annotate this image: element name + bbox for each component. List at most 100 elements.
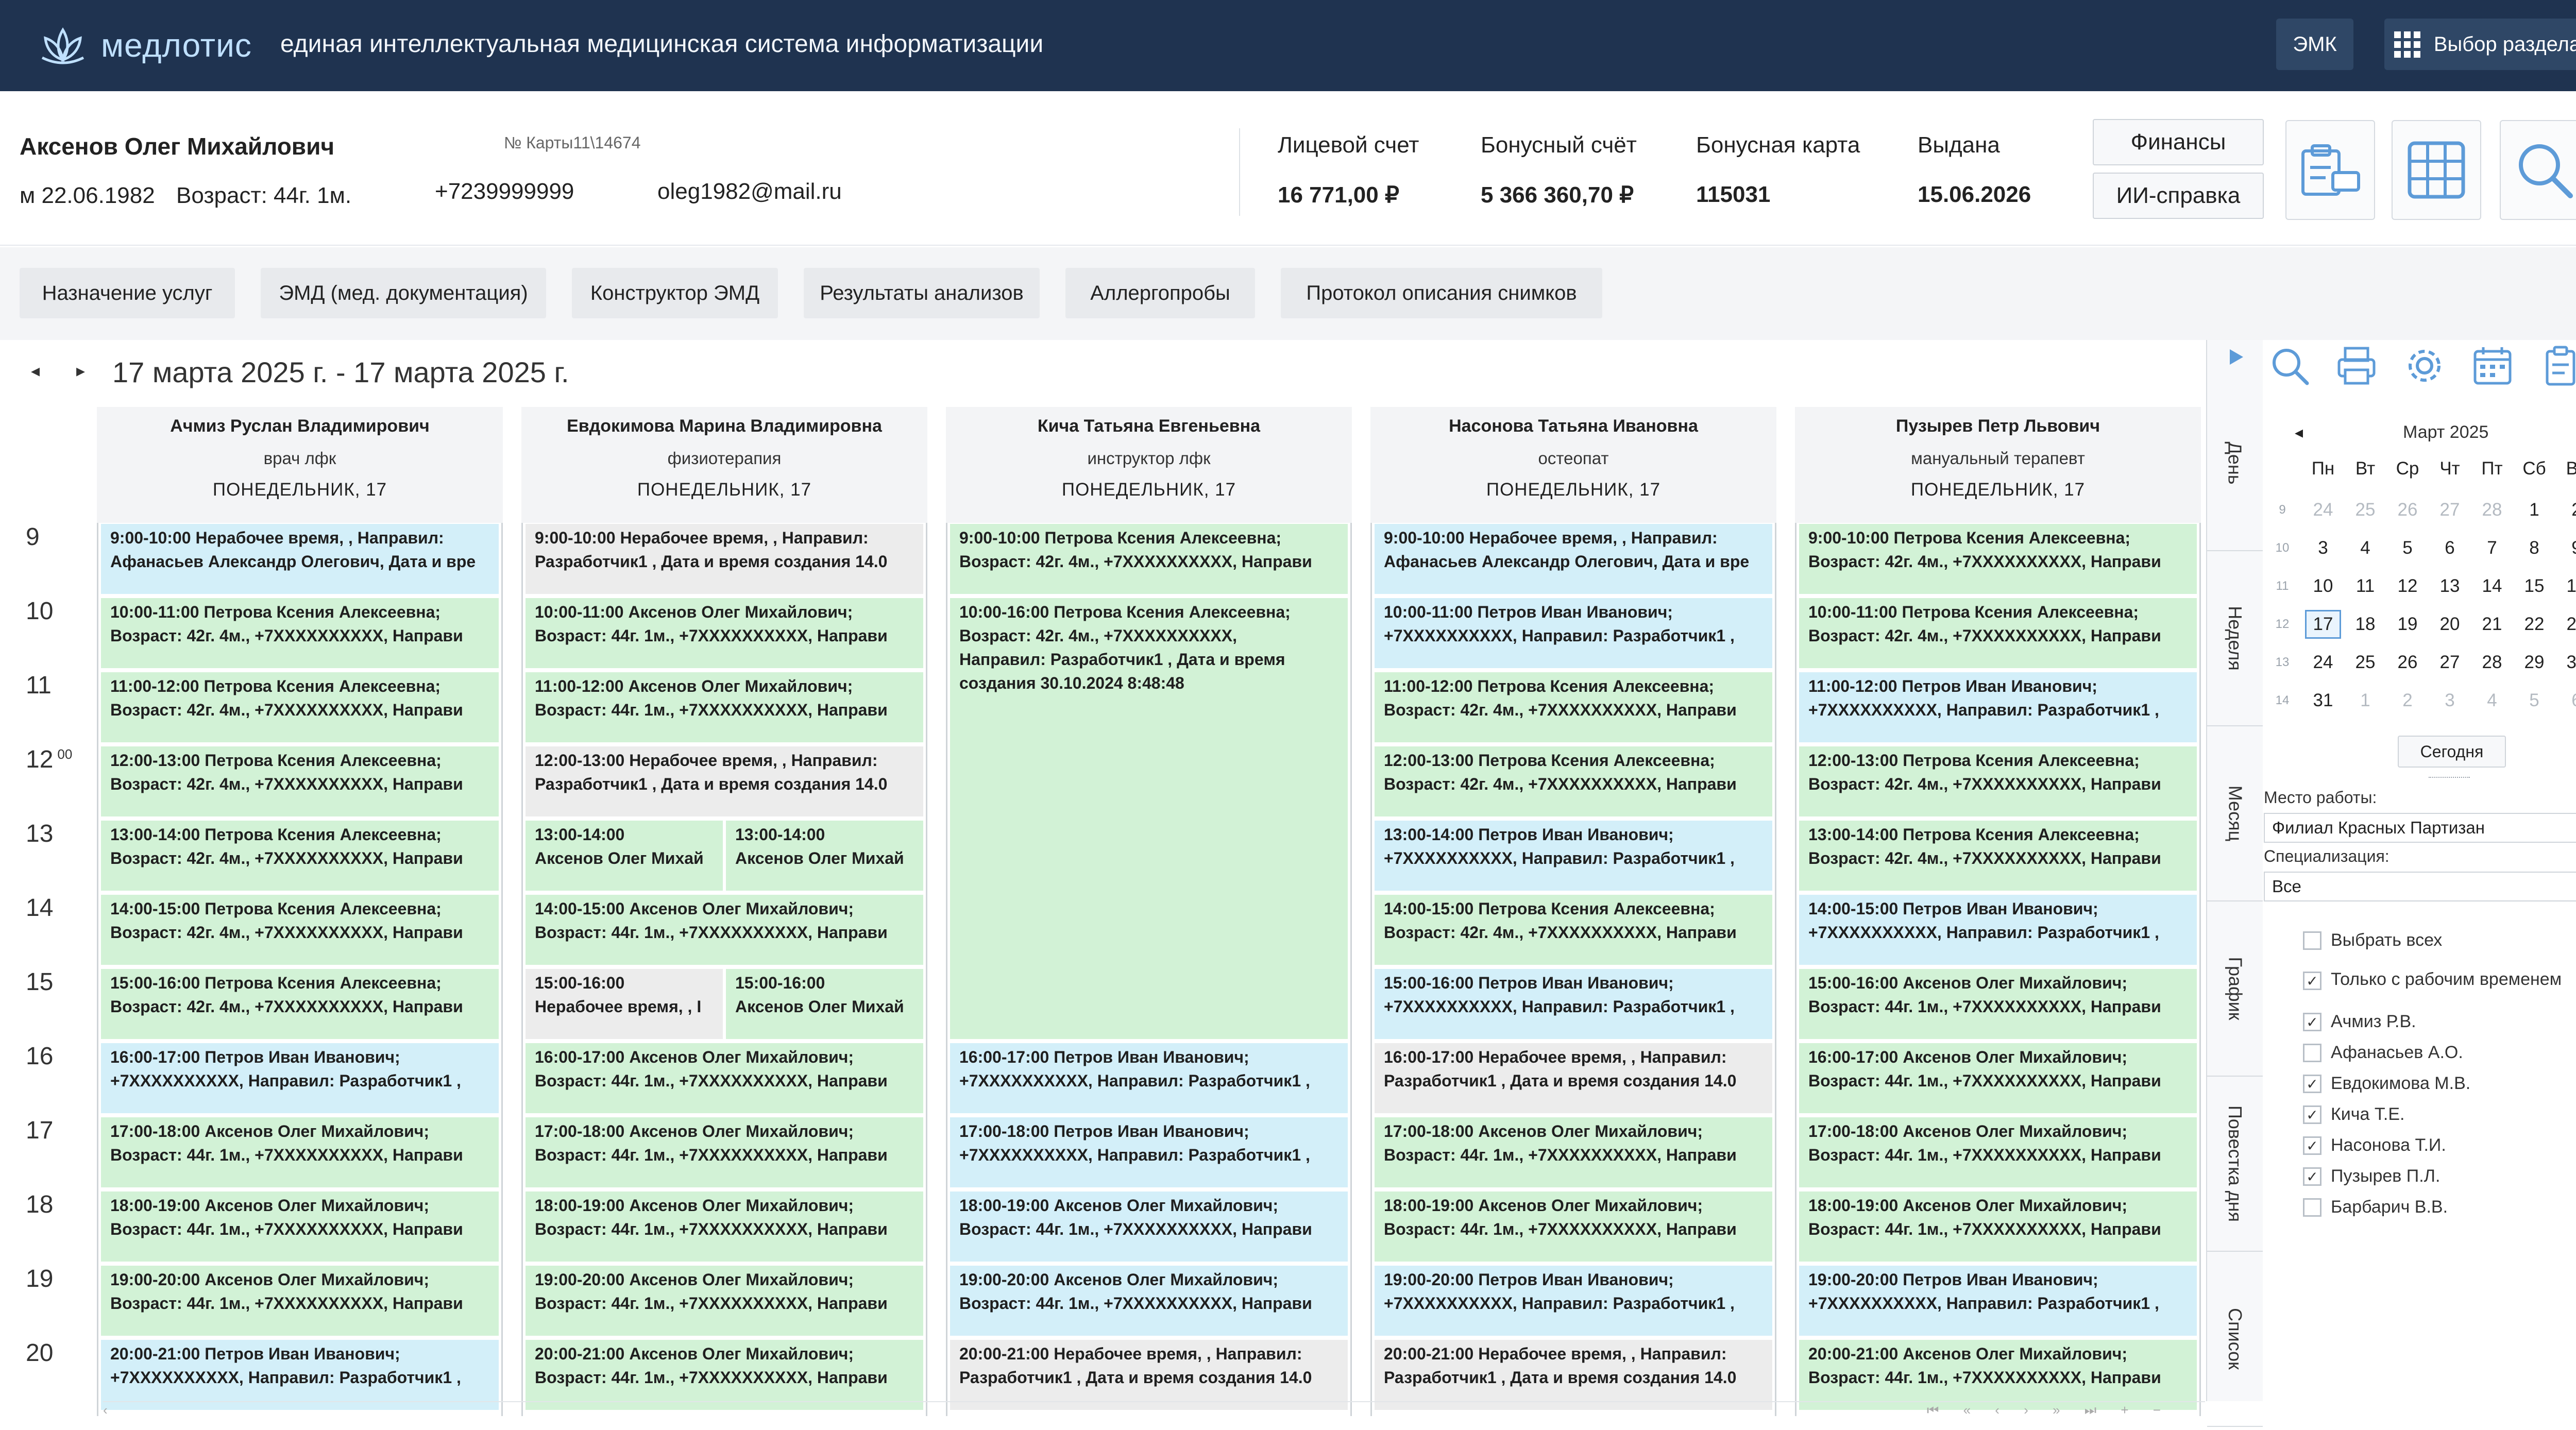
calendar-day[interactable]: 5 [2513, 690, 2555, 711]
view-tab[interactable]: Повестка дня [2207, 1077, 2263, 1252]
calendar-day[interactable]: 4 [2344, 538, 2386, 558]
appointment-slot[interactable]: 14:00-15:00 Петрова Ксения Алексеевна; Во… [1375, 895, 1772, 965]
horizontal-scrollbar[interactable]: ‹ ⏮ « ‹ › » ⏭ + − [103, 1401, 2205, 1422]
prev-month-icon[interactable]: ◂ [2295, 422, 2303, 442]
appointment-slot[interactable]: 18:00-19:00 Аксенов Олег Михайлович; Возр… [526, 1191, 923, 1262]
calendar-day[interactable]: 12 [2386, 576, 2429, 597]
print-button[interactable] [2331, 340, 2382, 391]
appointment-slot[interactable]: 11:00-12:00 Петров Иван Иванович; +7XXXXX… [1799, 672, 2197, 742]
appointment-slot[interactable]: 13:00-14:00 Аксенов Олег Михай [526, 821, 723, 891]
appointment-slot[interactable]: 9:00-10:00 Нерабочее время, , Направил: А… [1375, 524, 1772, 594]
appointment-slot[interactable]: 18:00-19:00 Аксенов Олег Михайлович; Возр… [101, 1191, 499, 1262]
calendar-day[interactable]: 26 [2386, 500, 2429, 520]
settings-button[interactable] [2399, 340, 2450, 391]
tab-item[interactable]: Назначение услуг [20, 268, 235, 318]
calendar-day[interactable]: 10 [2302, 576, 2344, 597]
appointment-slot[interactable]: 13:00-14:00 Петрова Ксения Алексеевна; Во… [1799, 821, 2197, 891]
calendar-day[interactable]: 24 [2302, 652, 2344, 673]
calendar-day[interactable]: 1 [2344, 690, 2386, 711]
appointment-slot[interactable]: 9:00-10:00 Петрова Ксения Алексеевна; Воз… [1799, 524, 2197, 594]
staff-checkbox[interactable]: ✓ [2303, 1167, 2321, 1186]
select-all-checkbox[interactable] [2303, 931, 2321, 950]
appointment-slot[interactable]: 18:00-19:00 Аксенов Олег Михайлович; Возр… [1375, 1191, 1772, 1262]
calendar-day[interactable]: 3 [2302, 538, 2344, 558]
calendar-day[interactable]: 17 [2305, 610, 2341, 639]
calendar-day[interactable]: 8 [2513, 538, 2555, 558]
calendar-day[interactable]: 23 [2555, 614, 2576, 635]
appointment-slot[interactable]: 17:00-18:00 Петров Иван Иванович; +7XXXXX… [950, 1117, 1348, 1187]
view-tab[interactable]: Неделя [2207, 551, 2263, 726]
appointment-slot[interactable]: 12:00-13:00 Нерабочее время, , Направил:… [526, 746, 923, 816]
appointment-slot[interactable]: 18:00-19:00 Аксенов Олег Михайлович; Возр… [1799, 1191, 2197, 1262]
calendar-day[interactable]: 31 [2302, 690, 2344, 711]
appointment-slot[interactable]: 13:00-14:00 Петров Иван Иванович; +7XXXXX… [1375, 821, 1772, 891]
appointment-slot[interactable]: 16:00-17:00 Аксенов Олег Михайлович; Возр… [1799, 1043, 2197, 1113]
appointment-slot[interactable]: 11:00-12:00 Петрова Ксения Алексеевна; Во… [101, 672, 499, 742]
calendar-day[interactable]: 2 [2386, 690, 2429, 711]
prev-date-icon[interactable]: ◂ [31, 361, 40, 381]
tab-item[interactable]: ЭМД (мед. документация) [261, 268, 546, 318]
calendar-button[interactable] [2467, 340, 2518, 391]
appointment-slot[interactable]: 16:00-17:00 Аксенов Олег Михайлович; Возр… [526, 1043, 923, 1113]
calendar-day[interactable]: 16 [2555, 576, 2576, 597]
calendar-day[interactable]: 27 [2429, 652, 2471, 673]
scroll-nav-icons[interactable]: ⏮ « ‹ › » ⏭ + − [1927, 1402, 2171, 1419]
appointment-slot[interactable]: 19:00-20:00 Петров Иван Иванович; +7XXXXX… [1375, 1266, 1772, 1336]
appointment-slot[interactable]: 11:00-12:00 Аксенов Олег Михайлович; Возр… [526, 672, 923, 742]
appointment-slot[interactable]: 12:00-13:00 Петрова Ксения Алексеевна; Во… [101, 746, 499, 816]
workplace-select[interactable]: Филиал Красных Партизан▾ [2264, 813, 2576, 843]
calendar-day[interactable]: 25 [2344, 500, 2386, 520]
calendar-day[interactable]: 28 [2471, 652, 2513, 673]
appointment-slot[interactable]: 20:00-21:00 Нерабочее время, , Направил:… [1375, 1340, 1772, 1410]
emk-button[interactable]: ЭМК [2276, 19, 2353, 70]
appointment-slot[interactable]: 11:00-12:00 Петрова Ксения Алексеевна; Во… [1375, 672, 1772, 742]
calendar-day[interactable]: 2 [2555, 500, 2576, 520]
appointment-slot[interactable]: 10:00-16:00 Петрова Ксения Алексеевна; Во… [950, 598, 1348, 1039]
appointment-slot[interactable]: 15:00-16:00 Аксенов Олег Михай [726, 969, 923, 1039]
today-button[interactable]: Сегодня [2398, 736, 2506, 768]
appointment-slot[interactable]: 18:00-19:00 Аксенов Олег Михайлович; Возр… [950, 1191, 1348, 1262]
appointment-slot[interactable]: 12:00-13:00 Петрова Ксения Алексеевна; Во… [1799, 746, 2197, 816]
tab-item[interactable]: Конструктор ЭМД [572, 268, 778, 318]
search-button[interactable] [2264, 340, 2315, 391]
appointment-slot[interactable]: 19:00-20:00 Аксенов Олег Михайлович; Возр… [950, 1266, 1348, 1336]
logo[interactable]: медлотис [32, 22, 252, 69]
view-tab[interactable]: Месяц [2207, 726, 2263, 901]
calendar-day[interactable]: 26 [2386, 652, 2429, 673]
next-date-icon[interactable]: ▸ [76, 361, 85, 381]
appointment-slot[interactable]: 13:00-14:00 Аксенов Олег Михай [726, 821, 923, 891]
calendar-day[interactable]: 28 [2471, 500, 2513, 520]
appointment-slot[interactable]: 9:00-10:00 Нерабочее время, , Направил: Р… [526, 524, 923, 594]
calendar-day[interactable]: 5 [2386, 538, 2429, 558]
calendar-day[interactable]: 21 [2471, 614, 2513, 635]
appointment-slot[interactable]: 10:00-11:00 Петрова Ксения Алексеевна; Во… [101, 598, 499, 668]
calendar-day[interactable]: 13 [2429, 576, 2471, 597]
ai-help-button[interactable]: ИИ-справка [2093, 173, 2264, 219]
play-icon[interactable] [2223, 344, 2248, 370]
finance-button[interactable]: Финансы [2093, 119, 2264, 165]
appointment-slot[interactable]: 14:00-15:00 Петрова Ксения Алексеевна; Во… [101, 895, 499, 965]
appointment-slot[interactable]: 14:00-15:00 Аксенов Олег Михайлович; Возр… [526, 895, 923, 965]
appointment-slot[interactable]: 9:00-10:00 Нерабочее время, , Направил: А… [101, 524, 499, 594]
calendar-day[interactable]: 6 [2555, 690, 2576, 711]
calendar-day[interactable]: 25 [2344, 652, 2386, 673]
calendar-day[interactable]: 3 [2429, 690, 2471, 711]
specialization-select[interactable]: Все▾ [2264, 872, 2576, 901]
appointment-slot[interactable]: 20:00-21:00 Аксенов Олег Михайлович; Возр… [526, 1340, 923, 1410]
clipboard-print-button[interactable] [2285, 120, 2375, 220]
calendar-day[interactable]: 9 [2555, 538, 2576, 558]
calendar-day[interactable]: 4 [2471, 690, 2513, 711]
tab-item[interactable]: Протокол описания снимков [1281, 268, 1602, 318]
calendar-day[interactable]: 30 [2555, 652, 2576, 673]
calendar-day[interactable]: 20 [2429, 614, 2471, 635]
appointment-slot[interactable]: 20:00-21:00 Аксенов Олег Михайлович; Возр… [1799, 1340, 2197, 1410]
staff-checkbox[interactable] [2303, 1198, 2321, 1217]
calendar-day[interactable]: 11 [2344, 576, 2386, 597]
appointment-slot[interactable]: 17:00-18:00 Аксенов Олег Михайлович; Возр… [526, 1117, 923, 1187]
appointment-slot[interactable]: 17:00-18:00 Аксенов Олег Михайлович; Возр… [101, 1117, 499, 1187]
staff-checkbox[interactable]: ✓ [2303, 1136, 2321, 1155]
staff-checkbox[interactable]: ✓ [2303, 1013, 2321, 1031]
appointment-slot[interactable]: 9:00-10:00 Петрова Ксения Алексеевна; Воз… [950, 524, 1348, 594]
appointment-slot[interactable]: 16:00-17:00 Петров Иван Иванович; +7XXXXX… [101, 1043, 499, 1113]
appointment-slot[interactable]: 10:00-11:00 Петров Иван Иванович; +7XXXXX… [1375, 598, 1772, 668]
